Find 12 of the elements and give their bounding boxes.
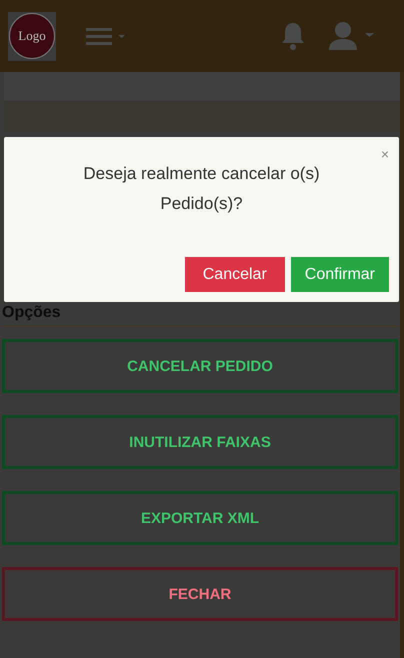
confirm-button[interactable]: Confirmar: [290, 257, 389, 292]
dialog-message: Deseja realmente cancelar o(s) Pedido(s)?: [82, 163, 321, 215]
menu-icon[interactable]: [86, 26, 126, 46]
logo[interactable]: Logo: [8, 12, 56, 60]
cancel-button[interactable]: Cancelar: [184, 257, 285, 292]
option-button[interactable]: FECHAR: [2, 567, 398, 621]
close-button[interactable]: ×: [380, 147, 389, 161]
option-button[interactable]: CANCELAR PEDIDO: [2, 339, 398, 393]
user-icon[interactable]: [328, 21, 376, 51]
option-button[interactable]: INUTILIZAR FAIXAS: [2, 415, 398, 469]
option-button[interactable]: EXPORTAR XML: [2, 491, 398, 545]
bell-icon[interactable]: [280, 21, 306, 51]
